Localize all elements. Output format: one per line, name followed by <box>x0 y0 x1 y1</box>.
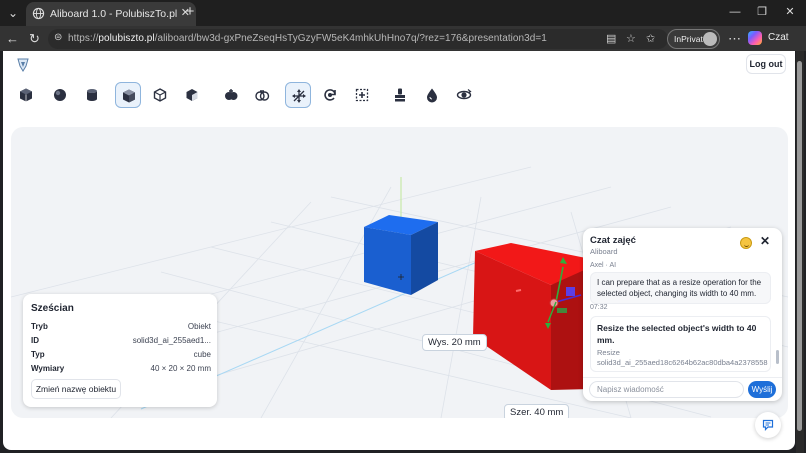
ai-message-bubble: I can prepare that as a resize operation… <box>590 272 771 304</box>
copilot-icon <box>748 31 762 45</box>
tool-cube-variant[interactable] <box>179 82 205 108</box>
reading-view-icon[interactable]: ▤ <box>606 32 616 45</box>
site-info-icon[interactable]: ⊜ <box>54 32 62 43</box>
copilot-label: Czat <box>768 32 789 43</box>
refresh-icon[interactable]: ↻ <box>26 30 43 47</box>
rotate-icon <box>324 89 336 101</box>
address-bar: ← ↻ ⊜ https://polubiszto.pl/aliboard/bw3… <box>0 26 806 51</box>
url-field[interactable]: ⊜ https://polubiszto.pl/aliboard/bw3d-gx… <box>48 29 668 49</box>
favorites-icon[interactable]: ✩ <box>646 32 655 45</box>
close-window-icon[interactable]: ✕ <box>780 4 800 20</box>
info-key: ID <box>31 336 39 345</box>
browser-tab-bar: ⌄ Aliboard 1.0 - PolubiszTo.pl ✕ + — ❐ ✕ <box>0 0 806 26</box>
inprivate-badge[interactable]: InPrivate <box>667 29 720 49</box>
aliboard-page: Log out Wys. 20 mm Szer. 40 mm Sześcian … <box>3 51 795 450</box>
height-dimension-label: Wys. 20 mm <box>422 334 487 351</box>
subtract-icon <box>255 90 270 101</box>
red-box[interactable] <box>473 243 591 390</box>
cube-outline-icon <box>153 88 167 102</box>
info-value: solid3d_ai_255aed1... <box>132 336 211 345</box>
emoji-icon[interactable] <box>740 237 752 249</box>
tool-rotate[interactable] <box>317 82 343 108</box>
maximize-icon[interactable]: ❐ <box>752 4 772 20</box>
logout-button[interactable]: Log out <box>746 54 786 74</box>
blue-cube[interactable] <box>364 215 438 295</box>
scale-icon <box>355 88 369 102</box>
tool-paint[interactable] <box>387 82 413 108</box>
page-scrollbar[interactable] <box>796 51 804 453</box>
drop-icon <box>427 88 437 103</box>
cylinder-icon <box>87 89 97 101</box>
tool-cylinder[interactable] <box>79 82 105 108</box>
info-value: 40 × 20 × 20 mm <box>150 364 211 373</box>
cube-variant-icon <box>186 89 198 101</box>
action-type: Resize <box>597 348 620 357</box>
more-options-icon[interactable]: ⋯ <box>726 30 743 47</box>
copilot-button[interactable]: Czat <box>748 30 802 48</box>
cube-icon <box>123 89 135 103</box>
tool-box[interactable] <box>13 82 39 108</box>
page-scrollbar-thumb[interactable] <box>797 61 802 431</box>
paint-icon <box>395 88 405 102</box>
object-name: Sześcian <box>31 303 74 314</box>
profile-avatar <box>703 32 717 46</box>
chat-input-row: Napisz wiadomość Wyślij <box>583 377 782 401</box>
info-value: Obiekt <box>187 322 211 331</box>
tool-subtract[interactable] <box>249 82 275 108</box>
info-row-type: Typ cube <box>31 350 211 362</box>
info-value: cube <box>193 350 211 359</box>
info-row-mode: Tryb Obiekt <box>31 322 211 334</box>
tool-sphere[interactable] <box>47 82 73 108</box>
globe-icon <box>32 7 45 20</box>
info-key: Tryb <box>31 322 48 331</box>
width-dimension-label: Szer. 40 mm <box>504 404 570 418</box>
info-row-id: ID solid3d_ai_255aed1... <box>31 336 211 348</box>
message-time: 07:32 <box>590 304 608 311</box>
info-row-dimensions: Wymiary 40 × 20 × 20 mm <box>31 364 211 376</box>
aliboard-logo-icon <box>17 58 29 72</box>
chat-subtitle: Aliboard <box>590 247 618 256</box>
new-tab-icon[interactable]: + <box>181 3 199 21</box>
message-author: Axel · AI <box>590 262 617 269</box>
tool-orbit[interactable] <box>451 82 477 108</box>
chat-message-input[interactable]: Napisz wiadomość <box>589 381 744 398</box>
tool-cube-outline[interactable] <box>147 82 173 108</box>
tool-union[interactable] <box>218 82 244 108</box>
blue-cube-front <box>364 227 411 295</box>
object-info-panel: Sześcian Tryb Obiekt ID solid3d_ai_255ae… <box>23 294 217 407</box>
tab-actions-menu-icon[interactable]: ⌄ <box>4 4 22 22</box>
chat-title: Czat zajęć <box>590 235 636 246</box>
minimize-icon[interactable]: — <box>725 4 745 20</box>
chat-bubble-icon <box>762 419 774 431</box>
tools-toolbar <box>11 82 491 110</box>
action-target-id: solid3d_ai_255aed18c6264b62ac80dba4a2378… <box>597 358 768 367</box>
union-icon <box>225 89 238 100</box>
info-key: Wymiary <box>31 364 65 373</box>
tool-drop[interactable] <box>419 82 445 108</box>
chat-panel: Czat zajęć Aliboard ✕ Axel · AI I can pr… <box>583 228 782 401</box>
rename-object-button[interactable]: Zmień nazwę obiektu <box>31 379 121 399</box>
tool-cube[interactable] <box>115 82 141 108</box>
send-button[interactable]: Wyślij <box>748 381 776 398</box>
sphere-icon <box>54 89 66 101</box>
tool-scale[interactable] <box>349 82 375 108</box>
tool-move[interactable] <box>285 82 311 108</box>
chat-close-icon[interactable]: ✕ <box>760 234 770 248</box>
proposed-action-card[interactable]: Resize the selected object's width to 40… <box>590 316 771 372</box>
url-text: https://polubiszto.pl/aliboard/bw3d-gxPn… <box>68 33 547 44</box>
favorite-star-icon[interactable]: ☆ <box>626 32 636 45</box>
browser-tab[interactable]: Aliboard 1.0 - PolubiszTo.pl ✕ <box>26 2 196 26</box>
move-icon <box>292 89 306 103</box>
action-title: Resize the selected object's width to 40… <box>597 323 757 345</box>
info-key: Typ <box>31 350 45 359</box>
chat-toggle-button[interactable] <box>755 412 781 438</box>
orbit-icon <box>456 89 472 100</box>
chat-scrollbar[interactable] <box>776 350 779 364</box>
back-icon[interactable]: ← <box>4 30 21 47</box>
tab-title: Aliboard 1.0 - PolubiszTo.pl <box>50 8 178 20</box>
box-icon <box>20 88 32 102</box>
